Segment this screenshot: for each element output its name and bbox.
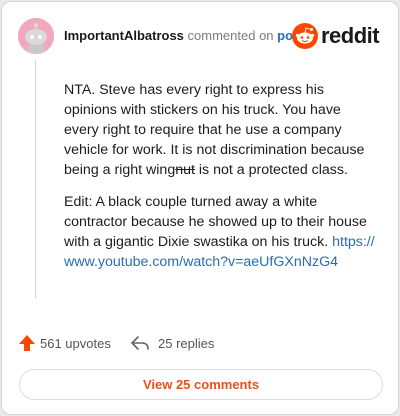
snoo-avatar-icon bbox=[18, 18, 54, 54]
view-comments-button[interactable]: View 25 comments bbox=[19, 369, 383, 400]
reddit-wordmark: reddit bbox=[321, 23, 380, 48]
reddit-logo: reddit bbox=[292, 21, 382, 51]
comment-body: NTA. Steve has every right to express hi… bbox=[64, 80, 376, 284]
strikethrough-text: nut bbox=[175, 162, 195, 178]
paragraph-2-text: Edit: A black couple turned away a white… bbox=[64, 194, 367, 250]
upvote-arrow-icon bbox=[19, 335, 35, 351]
reddit-snoo-icon bbox=[292, 23, 318, 49]
reply-count: 25 replies bbox=[158, 335, 215, 351]
username[interactable]: ImportantAlbatross bbox=[64, 28, 184, 43]
thread-line bbox=[35, 60, 36, 298]
comment-card: ImportantAlbatross commented on post red… bbox=[1, 1, 399, 415]
comment-meta: ImportantAlbatross commented on post bbox=[64, 28, 305, 43]
comment-header: ImportantAlbatross commented on post red… bbox=[18, 18, 382, 54]
avatar[interactable] bbox=[18, 18, 54, 54]
comment-paragraph-1: NTA. Steve has every right to express hi… bbox=[64, 80, 376, 180]
upvote-count: 561 upvotes bbox=[40, 335, 111, 351]
comment-actions: 561 upvotes 25 replies bbox=[18, 332, 378, 358]
commented-on-label: commented on bbox=[187, 28, 274, 43]
reply-arrow-icon bbox=[131, 336, 149, 350]
upvote-button[interactable]: 561 upvotes bbox=[18, 334, 111, 352]
replies-button[interactable]: 25 replies bbox=[130, 334, 214, 352]
comment-paragraph-2: Edit: A black couple turned away a white… bbox=[64, 192, 376, 272]
paragraph-1-tail: is not a protected class. bbox=[194, 162, 348, 178]
